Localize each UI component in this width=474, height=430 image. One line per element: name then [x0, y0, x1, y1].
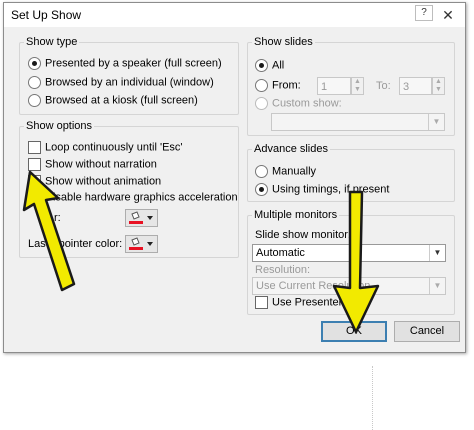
checkbox[interactable]: [28, 141, 41, 154]
show-slides-legend: Show slides: [254, 36, 313, 48]
pen-color-icon: [129, 211, 153, 224]
radio-browsed-at-kiosk[interactable]: Browsed at a kiosk (full screen): [28, 94, 198, 110]
checkbox-label: Loop continuously until 'Esc': [45, 141, 183, 154]
radio-button[interactable]: [28, 76, 41, 89]
radio-button[interactable]: [255, 165, 268, 178]
dialog-title: Set Up Show: [11, 8, 82, 22]
from-slide-input[interactable]: 1: [317, 77, 351, 95]
radio-label: Custom show:: [272, 97, 342, 110]
radio-browsed-by-individual[interactable]: Browsed by an individual (window): [28, 76, 214, 92]
checkbox-loop-continuously[interactable]: Loop continuously until 'Esc': [28, 141, 183, 157]
radio-label: Manually: [272, 165, 317, 178]
dotted-guide-line: [372, 366, 373, 430]
help-button[interactable]: ?: [415, 5, 433, 21]
radio-custom-show[interactable]: Custom show:: [255, 97, 342, 113]
radio-button[interactable]: [255, 79, 268, 92]
laser-pointer-color-button[interactable]: [125, 235, 158, 253]
radio-button[interactable]: [28, 57, 41, 70]
close-button[interactable]: ✕: [435, 4, 461, 26]
show-options-legend: Show options: [26, 120, 93, 132]
yellow-arrow-down-icon: [332, 190, 380, 334]
chevron-down-icon: ▼: [428, 114, 444, 130]
chevron-down-icon: ▼: [429, 278, 445, 294]
yellow-arrow-up-icon: [22, 170, 76, 292]
radio-button[interactable]: [255, 59, 268, 72]
radio-label: Browsed at a kiosk (full screen): [45, 94, 198, 107]
show-type-legend: Show type: [26, 36, 78, 48]
cancel-button[interactable]: Cancel: [394, 321, 460, 342]
radio-button[interactable]: [255, 97, 268, 110]
advance-slides-legend: Advance slides: [254, 143, 328, 155]
laser-color-icon: [129, 237, 153, 250]
checkbox[interactable]: [255, 296, 268, 309]
to-spin-buttons[interactable]: ▲ ▼: [432, 77, 445, 95]
radio-label: Browsed by an individual (window): [45, 76, 214, 89]
pen-color-button[interactable]: [125, 209, 158, 227]
to-slide-input[interactable]: 3: [399, 77, 432, 95]
radio-from-slide[interactable]: From:: [255, 79, 301, 95]
radio-all-slides[interactable]: All: [255, 59, 284, 75]
radio-button[interactable]: [255, 183, 268, 196]
radio-advance-manually[interactable]: Manually: [255, 165, 316, 181]
radio-label: Presented by a speaker (full screen): [45, 57, 222, 70]
radio-label: From:: [272, 79, 301, 92]
chevron-down-icon: ▼: [429, 245, 445, 261]
monitor-value: Automatic: [256, 247, 305, 259]
from-spin-buttons[interactable]: ▲ ▼: [351, 77, 364, 95]
custom-show-dropdown[interactable]: ▼: [271, 113, 445, 131]
radio-presented-by-speaker[interactable]: Presented by a speaker (full screen): [28, 57, 222, 73]
to-label: To:: [376, 80, 391, 92]
title-bar: Set Up Show ? ✕: [4, 3, 465, 27]
radio-label: All: [272, 59, 285, 72]
radio-button[interactable]: [28, 94, 41, 107]
